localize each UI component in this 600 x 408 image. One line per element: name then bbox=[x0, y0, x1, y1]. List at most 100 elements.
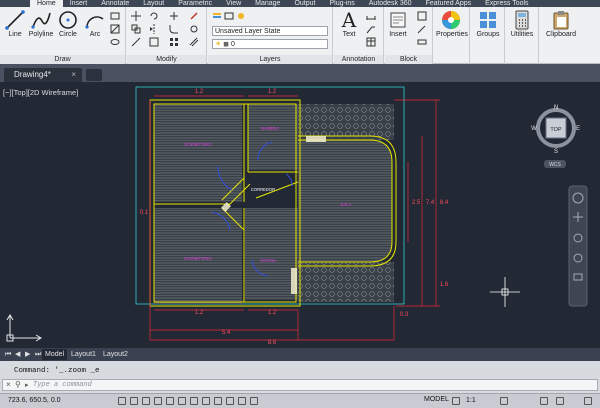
leader-icon[interactable] bbox=[366, 24, 376, 34]
ortho-mode-icon[interactable] bbox=[154, 397, 162, 405]
stretch-icon[interactable] bbox=[131, 37, 141, 47]
explode-icon[interactable] bbox=[189, 24, 199, 34]
3d-object-snap-icon[interactable] bbox=[190, 397, 198, 405]
edit-block-icon[interactable] bbox=[417, 24, 427, 34]
rectangle-icon[interactable] bbox=[110, 11, 120, 21]
viewcube-west: W bbox=[531, 126, 537, 132]
new-tab-button[interactable] bbox=[86, 69, 102, 81]
floor-plan-drawing[interactable]: DORMITORIO BAÑERO CORREDOR SALA DORMITOR… bbox=[0, 82, 600, 348]
create-block-icon[interactable] bbox=[417, 11, 427, 21]
erase-icon[interactable] bbox=[189, 11, 199, 21]
text-tool[interactable]: A Text bbox=[336, 9, 362, 38]
lock-icon[interactable] bbox=[540, 397, 548, 405]
grid-display-icon[interactable] bbox=[142, 397, 150, 405]
quick-view-layouts-icon[interactable] bbox=[452, 397, 460, 405]
block-panel-title[interactable]: Block bbox=[385, 55, 432, 64]
properties-tool[interactable]: Properties bbox=[436, 9, 468, 38]
trim-icon[interactable] bbox=[169, 11, 179, 21]
dimension-icon[interactable] bbox=[366, 11, 376, 21]
dim-right-1: 2.5 bbox=[412, 200, 421, 206]
command-input[interactable]: × ⚲ ▸ Type a command bbox=[2, 379, 598, 391]
tab-annotate[interactable]: Annotate bbox=[94, 0, 136, 7]
drawing-viewport[interactable]: DORMITORIO BAÑERO CORREDOR SALA DORMITOR… bbox=[0, 82, 600, 348]
infer-constraints-icon[interactable] bbox=[118, 397, 126, 405]
workspace-switching-icon[interactable] bbox=[500, 397, 508, 405]
tab-output[interactable]: Output bbox=[287, 0, 322, 7]
viewport-controls-label[interactable]: [−][Top][2D Wireframe] bbox=[3, 88, 78, 97]
command-close-icon[interactable]: × bbox=[6, 380, 11, 389]
clipboard-tool[interactable]: Clipboard bbox=[546, 9, 576, 38]
command-customize-icon[interactable]: ⚲ bbox=[15, 380, 21, 389]
close-icon[interactable]: × bbox=[71, 68, 76, 82]
dynamic-input-icon[interactable] bbox=[226, 397, 234, 405]
arc-tool[interactable]: Arc bbox=[80, 9, 110, 38]
modify-panel-title[interactable]: Modify bbox=[127, 55, 206, 64]
clean-screen-icon[interactable] bbox=[584, 397, 592, 405]
tab-layout2[interactable]: Layout2 bbox=[100, 349, 131, 360]
polar-tracking-icon[interactable] bbox=[166, 397, 174, 405]
document-tab-name: Drawing4* bbox=[14, 70, 51, 79]
draw-panel-title[interactable]: Draw bbox=[0, 55, 125, 64]
hatch-icon[interactable] bbox=[110, 24, 120, 34]
lineweight-icon[interactable] bbox=[238, 397, 246, 405]
dim-top-1: 1.2 bbox=[195, 89, 204, 95]
tab-home[interactable]: Home bbox=[30, 0, 63, 7]
tab-layout1[interactable]: Layout1 bbox=[68, 349, 99, 360]
snap-mode-icon[interactable] bbox=[130, 397, 138, 405]
tab-model[interactable]: Model bbox=[42, 349, 68, 360]
coordinate-readout[interactable]: 723.6, 650.5, 0.0 bbox=[8, 397, 61, 404]
insert-tool[interactable]: Insert bbox=[385, 9, 411, 38]
polyline-icon bbox=[30, 9, 52, 31]
layer-state-select[interactable]: Unsaved Layer State bbox=[212, 26, 328, 36]
model-space-button[interactable]: MODEL bbox=[424, 396, 449, 403]
dynamic-ucs-icon[interactable] bbox=[214, 397, 222, 405]
document-tab[interactable]: Drawing4* × bbox=[4, 68, 82, 82]
scale-icon[interactable] bbox=[149, 37, 159, 47]
array-icon[interactable] bbox=[169, 37, 179, 47]
layers-panel-title[interactable]: Layers bbox=[208, 55, 332, 64]
ellipse-icon[interactable] bbox=[110, 37, 120, 47]
current-layer-select[interactable]: ☀ ◼ 0 bbox=[212, 39, 328, 49]
tab-layout[interactable]: Layout bbox=[136, 0, 171, 7]
command-line: Command: '_.zoom _e × ⚲ ▸ Type a command bbox=[0, 361, 600, 393]
groups-tool[interactable]: Groups bbox=[473, 9, 503, 38]
tile-floor-bottom bbox=[298, 262, 394, 302]
move-icon[interactable] bbox=[131, 11, 141, 21]
viewcube[interactable]: TOP N S E W WCS bbox=[531, 105, 580, 168]
object-snap-tracking-icon[interactable] bbox=[202, 397, 210, 405]
app-menu-button[interactable] bbox=[0, 0, 30, 7]
annotation-scale[interactable]: 1:1 bbox=[466, 397, 476, 404]
tab-insert[interactable]: Insert bbox=[63, 0, 95, 7]
fillet-icon[interactable] bbox=[169, 24, 179, 34]
tab-manage[interactable]: Manage bbox=[248, 0, 287, 7]
transparency-icon[interactable] bbox=[250, 397, 258, 405]
tab-parametric[interactable]: Parametric bbox=[171, 0, 219, 7]
object-snap-icon[interactable] bbox=[178, 397, 186, 405]
edit-attribute-icon[interactable] bbox=[417, 37, 427, 47]
isolate-layer-icon[interactable] bbox=[236, 11, 246, 21]
tab-plugins[interactable]: Plug-ins bbox=[322, 0, 361, 7]
mirror-icon[interactable] bbox=[149, 24, 159, 34]
clipboard-icon bbox=[550, 9, 572, 31]
tab-view[interactable]: View bbox=[219, 0, 248, 7]
layer-properties-icon[interactable] bbox=[212, 11, 222, 21]
utilities-label: Utilities bbox=[510, 31, 534, 38]
annotation-panel-title[interactable]: Annotation bbox=[334, 55, 383, 64]
ribbon: Line Polyline Circle Arc Draw Modify Uns… bbox=[0, 7, 600, 64]
tab-autodesk-360[interactable]: Autodesk 360 bbox=[362, 0, 419, 7]
wcs-menu[interactable]: WCS bbox=[549, 162, 561, 168]
match-layer-icon[interactable] bbox=[224, 11, 234, 21]
copy-icon[interactable] bbox=[131, 24, 141, 34]
tab-express-tools[interactable]: Express Tools bbox=[478, 0, 535, 7]
offset-icon[interactable] bbox=[189, 37, 199, 47]
utilities-tool[interactable]: Utilities bbox=[507, 9, 537, 38]
dim-left: 0.1 bbox=[140, 210, 149, 216]
circle-tool[interactable]: Circle bbox=[53, 9, 83, 38]
table-icon[interactable] bbox=[366, 37, 376, 47]
rotate-icon[interactable] bbox=[149, 11, 159, 21]
isolate-objects-icon[interactable] bbox=[556, 397, 564, 405]
kitchen-floor bbox=[245, 208, 298, 300]
command-placeholder: Type a command bbox=[33, 381, 92, 389]
tab-featured-apps[interactable]: Featured Apps bbox=[419, 0, 479, 7]
polyline-tool[interactable]: Polyline bbox=[26, 9, 56, 38]
